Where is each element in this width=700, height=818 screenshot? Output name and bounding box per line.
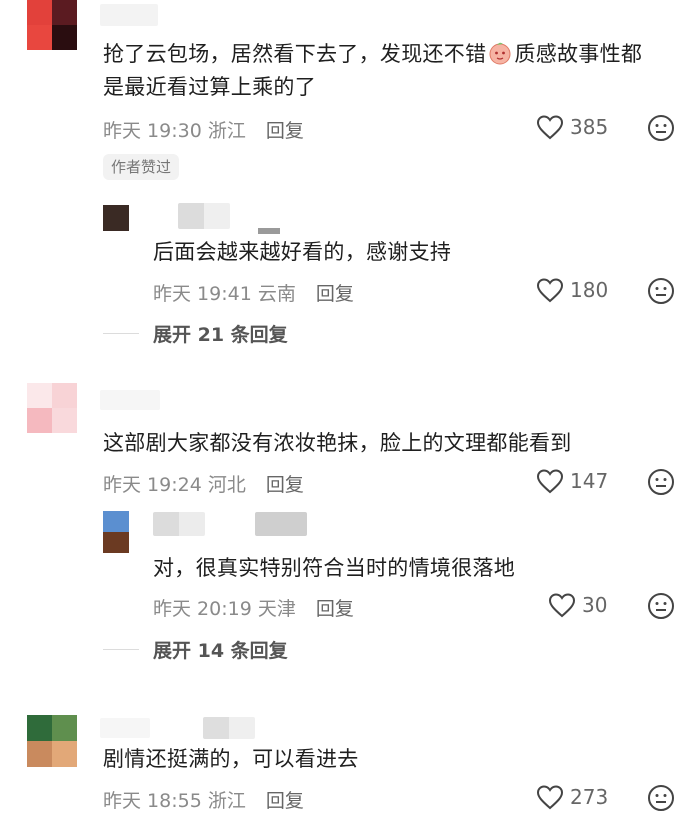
divider [103,649,139,650]
expand-replies-button[interactable]: 展开 21 条回复 [103,320,288,347]
comment-text-line2: 是最近看过算上乘的了 [103,75,316,99]
expand-replies-label: 展开 21 条回复 [153,324,288,346]
reply-username-blurred[interactable] [153,512,205,536]
avatar[interactable] [27,0,77,50]
peach-emoji [489,42,511,65]
comment-text: 这部剧大家都没有浓妆艳抹，脸上的文理都能看到 [103,431,572,455]
like-button[interactable]: 385 [536,114,608,140]
reply-meta: 昨天 19:41 云南 回复 [153,279,354,306]
avatar[interactable] [27,383,77,433]
emoji-react-icon[interactable] [647,784,675,812]
reply-like-count: 30 [582,593,608,617]
divider [103,333,139,334]
reply-meta: 昨天 20:19 天津 回复 [153,594,354,621]
heart-icon [536,115,564,140]
heart-icon [536,469,564,494]
author-liked-badge: 作者赞过 [103,154,180,180]
comment-text: 剧情还挺满的，可以看进去 [103,747,359,771]
username-blurred[interactable] [100,718,150,738]
reply-button[interactable]: 回复 [266,790,304,812]
expand-replies-label: 展开 14 条回复 [153,640,288,662]
like-count: 273 [570,785,609,809]
reply-avatar[interactable] [103,205,129,231]
comment-time: 昨天 19:24 [103,474,202,496]
reply-avatar[interactable] [103,511,129,553]
reply-text: 对，很真实特别符合当时的情境很落地 [153,556,516,580]
reply-location: 云南 [257,283,296,305]
comment-text: 抢了云包场，居然看下去了，发现还不错 质感故事性都 是最近看过算上乘的了 [103,38,673,104]
reply-username-blurred[interactable] [255,512,307,536]
reply-reply-button[interactable]: 回复 [316,283,354,305]
comment-text-part2: 质感故事性都 [514,42,643,66]
comment-meta: 昨天 18:55 浙江 回复 [103,786,304,813]
reply-time: 昨天 19:41 [153,283,252,305]
reply-like-count: 180 [570,278,609,302]
comment-meta: 昨天 19:30 浙江 回复 [103,116,304,143]
username-blurred[interactable] [203,717,255,739]
reply-username-blurred[interactable] [178,203,230,229]
reply-location: 天津 [257,598,296,620]
heart-icon [536,785,564,810]
username-blurred[interactable] [100,4,158,26]
emoji-react-icon[interactable] [647,468,675,496]
like-button[interactable]: 147 [536,468,608,494]
reply-author-mark [258,228,280,234]
reply-text: 后面会越来越好看的，感谢支持 [153,240,452,264]
like-button[interactable]: 273 [536,784,608,810]
like-count: 385 [570,115,609,139]
heart-icon [536,278,564,303]
comment-time: 昨天 18:55 [103,790,202,812]
comment-location: 浙江 [207,790,246,812]
comment-text-part1: 抢了云包场，居然看下去了，发现还不错 [103,42,487,66]
username-blurred[interactable] [100,390,160,410]
emoji-react-icon[interactable] [647,592,675,620]
comment-meta: 昨天 19:24 河北 回复 [103,470,304,497]
like-count: 147 [570,469,609,493]
reply-like-button[interactable]: 30 [548,592,607,618]
emoji-react-icon[interactable] [647,114,675,142]
comment-time: 昨天 19:30 [103,120,202,142]
expand-replies-button[interactable]: 展开 14 条回复 [103,636,288,663]
reply-like-button[interactable]: 180 [536,277,608,303]
comment-location: 河北 [207,474,246,496]
avatar[interactable] [27,715,77,767]
reply-button[interactable]: 回复 [266,474,304,496]
heart-icon [548,593,576,618]
reply-reply-button[interactable]: 回复 [316,598,354,620]
reply-button[interactable]: 回复 [266,120,304,142]
emoji-react-icon[interactable] [647,277,675,305]
comment-location: 浙江 [207,120,246,142]
reply-time: 昨天 20:19 [153,598,252,620]
